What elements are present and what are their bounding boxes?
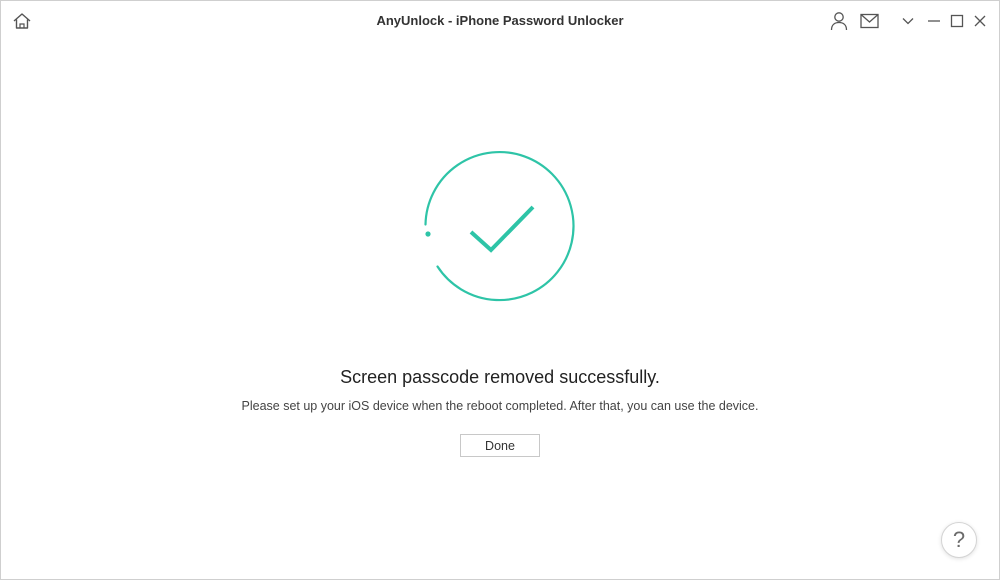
help-button[interactable]: ?	[941, 522, 977, 558]
done-button[interactable]: Done	[460, 434, 540, 457]
maximize-icon	[950, 14, 964, 28]
home-button[interactable]	[11, 10, 33, 32]
minimize-button[interactable]	[925, 12, 943, 30]
close-button[interactable]	[971, 12, 989, 30]
help-icon: ?	[952, 527, 966, 552]
close-icon	[974, 15, 986, 27]
window-title: AnyUnlock - iPhone Password Unlocker	[376, 13, 624, 28]
feedback-button[interactable]	[859, 11, 879, 31]
success-headline: Screen passcode removed successfully.	[340, 367, 660, 387]
checkmark-icon	[424, 150, 575, 302]
menu-button[interactable]	[899, 12, 917, 30]
mail-icon	[859, 13, 879, 29]
success-indicator	[419, 146, 581, 306]
app-window: AnyUnlock - iPhone Password Unlocker Scr…	[0, 0, 1000, 580]
maximize-button[interactable]	[948, 12, 966, 30]
title-bar[interactable]: AnyUnlock - iPhone Password Unlocker	[1, 1, 999, 41]
chevron-down-icon	[902, 18, 914, 25]
minimize-icon	[928, 20, 940, 22]
success-message: Please set up your iOS device when the r…	[241, 399, 759, 413]
account-button[interactable]	[829, 10, 849, 32]
user-icon	[830, 12, 848, 31]
home-icon	[13, 13, 31, 29]
